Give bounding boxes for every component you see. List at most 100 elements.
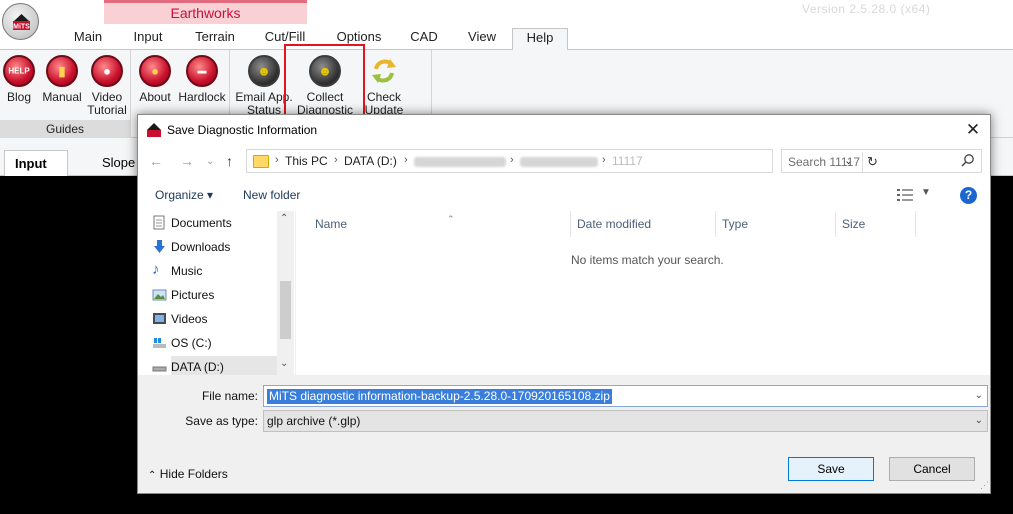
file-name-dropdown-chevron-icon[interactable]: ⌄ [975,390,983,401]
nav-item-documents[interactable]: Documents [153,212,294,234]
breadcrumb-separator-icon: › [602,154,606,166]
navigation-pane: Documents Downloads ♪ Music Pictures Vid… [138,211,295,375]
check-update-button[interactable]: Check Update [358,52,410,117]
column-type[interactable]: Type [716,211,836,237]
nav-item-os-c[interactable]: OS (C:) [153,332,294,354]
address-bar[interactable]: › This PC › DATA (D:) › › › 11117 ⌄ ↻ [246,149,878,173]
nav-item-videos[interactable]: Videos [153,308,294,330]
new-folder-button[interactable]: New folder [243,188,300,202]
folder-icon [253,155,269,168]
save-button[interactable]: Save [788,457,874,481]
search-icon [961,154,974,167]
video-tutorial-button[interactable]: ● Video Tutorial [84,52,130,117]
nav-label: Videos [171,312,208,326]
breadcrumb-this-pc[interactable]: This PC [285,154,328,168]
documents-icon [153,215,165,230]
breadcrumb-separator-icon: › [334,154,338,166]
app-menu-button[interactable]: MiTS [2,3,39,40]
hide-folders-label: Hide Folders [159,467,228,481]
downloads-icon [154,240,165,253]
details-view-icon [897,189,913,201]
save-as-type-select[interactable]: glp archive (*.glp) ⌄ [263,410,988,432]
tab-cad[interactable]: CAD [405,28,443,50]
breadcrumb-current-folder[interactable]: 11117 [612,154,643,168]
organize-button[interactable]: Organize ▾ [155,188,213,202]
breadcrumb-separator-icon: › [275,154,279,166]
subtab-slope[interactable]: Slope C [92,150,142,196]
music-icon: ♪ [152,261,160,278]
manual-book-icon: ▮ [46,55,78,87]
annotation-highlight-box [284,44,365,116]
cancel-button[interactable]: Cancel [889,457,975,481]
breadcrumb-separator-icon: › [510,154,514,166]
save-as-type-value: glp archive (*.glp) [267,414,361,428]
nav-item-pictures[interactable]: Pictures [152,284,294,306]
file-name-label: File name: [201,389,258,403]
breadcrumb-redacted [414,157,506,167]
nav-label: Downloads [171,240,231,254]
version-label: Version 2.5.28.0 (x64) [802,2,931,16]
help-icon[interactable]: ? [960,187,977,204]
back-arrow-icon[interactable]: ← [149,153,163,169]
app-titlebar: Earthworks Version 2.5.28.0 (x64) [0,0,1013,24]
empty-results-message: No items match your search. [571,253,724,267]
tab-view[interactable]: View [460,28,504,50]
subtab-input[interactable]: Input [4,150,68,176]
drive-c-icon [153,338,166,348]
forward-arrow-icon[interactable]: → [180,153,194,169]
ribbon-group-guides: HELP Blog ▮ Manual ● Video Tutorial Guid… [0,50,131,138]
drive-d-icon [152,366,167,372]
nav-pane-scrollbar[interactable]: ⌃ ⌄ [277,211,294,375]
dialog-close-button[interactable]: ✕ [956,115,990,145]
column-name-label: Name [315,217,348,231]
dialog-toolbar: Organize ▾ New folder ▼ ? [138,181,990,211]
nav-label: OS (C:) [171,336,212,350]
nav-scroll-thumb[interactable] [280,281,291,339]
view-dropdown-chevron-icon: ▼ [921,187,931,198]
hardlock-button[interactable]: ▬ Hardlock [177,52,227,104]
search-input[interactable]: Search 11117 [781,149,982,173]
tab-main[interactable]: Main [66,28,110,50]
chevron-up-icon: ⌃ [148,470,157,481]
nav-item-data-d[interactable]: DATA (D:) [152,356,294,375]
column-size[interactable]: Size [836,211,916,237]
breadcrumb-separator-icon: › [404,154,408,166]
hide-folders-button[interactable]: ⌃ Hide Folders [148,467,228,481]
resize-grip-icon[interactable]: ⋰ [980,480,989,491]
dialog-titlebar: Save Diagnostic Information ✕ [138,115,990,145]
tab-help[interactable]: Help [512,28,568,51]
hardlock-label: Hardlock [178,90,226,104]
context-tab-group-earthworks: Earthworks [104,0,307,24]
about-button[interactable]: ● About [135,52,175,104]
dialog-title: Save Diagnostic Information [167,123,318,137]
change-view-button[interactable]: ▼ [897,187,933,204]
mits-app-icon [147,123,161,137]
manual-button[interactable]: ▮ Manual [40,52,84,104]
column-name[interactable]: Name ⌃ [309,211,571,237]
nav-item-music[interactable]: ♪ Music [152,260,294,282]
videos-icon [153,313,166,324]
scroll-down-chevron-icon[interactable]: ⌄ [280,358,288,369]
tab-terrain[interactable]: Terrain [190,28,240,50]
blog-label: Blog [6,90,32,104]
recent-locations-chevron-icon[interactable]: ⌄ [206,156,214,167]
blog-button[interactable]: HELP Blog [3,52,35,104]
up-arrow-icon[interactable]: ↑ [226,153,233,169]
column-date-modified[interactable]: Date modified [571,211,716,237]
mits-logo-icon: MiTS [13,14,30,31]
search-placeholder: Search 11117 [788,155,861,169]
save-as-dropdown-chevron-icon[interactable]: ⌄ [975,415,983,426]
scroll-up-chevron-icon[interactable]: ⌃ [280,213,288,224]
pictures-icon [152,289,167,301]
breadcrumb-data-d[interactable]: DATA (D:) [344,154,397,168]
context-tab-group-accent [104,0,307,3]
ribbon-tabstrip: Main Input Terrain Cut/Fill Options CAD … [0,24,1013,51]
file-list-view: Name ⌃ Date modified Type Size No items … [295,211,990,375]
tab-input[interactable]: Input [126,28,170,50]
nav-label: DATA (D:) [171,360,224,374]
file-name-input[interactable]: MiTS diagnostic information-backup-2.5.2… [263,385,988,407]
save-dialog: Save Diagnostic Information ✕ ← → ⌄ ↑ › … [137,114,991,494]
file-name-value: MiTS diagnostic information-backup-2.5.2… [267,389,612,404]
nav-label: Documents [171,216,232,230]
nav-item-downloads[interactable]: Downloads [154,236,294,258]
